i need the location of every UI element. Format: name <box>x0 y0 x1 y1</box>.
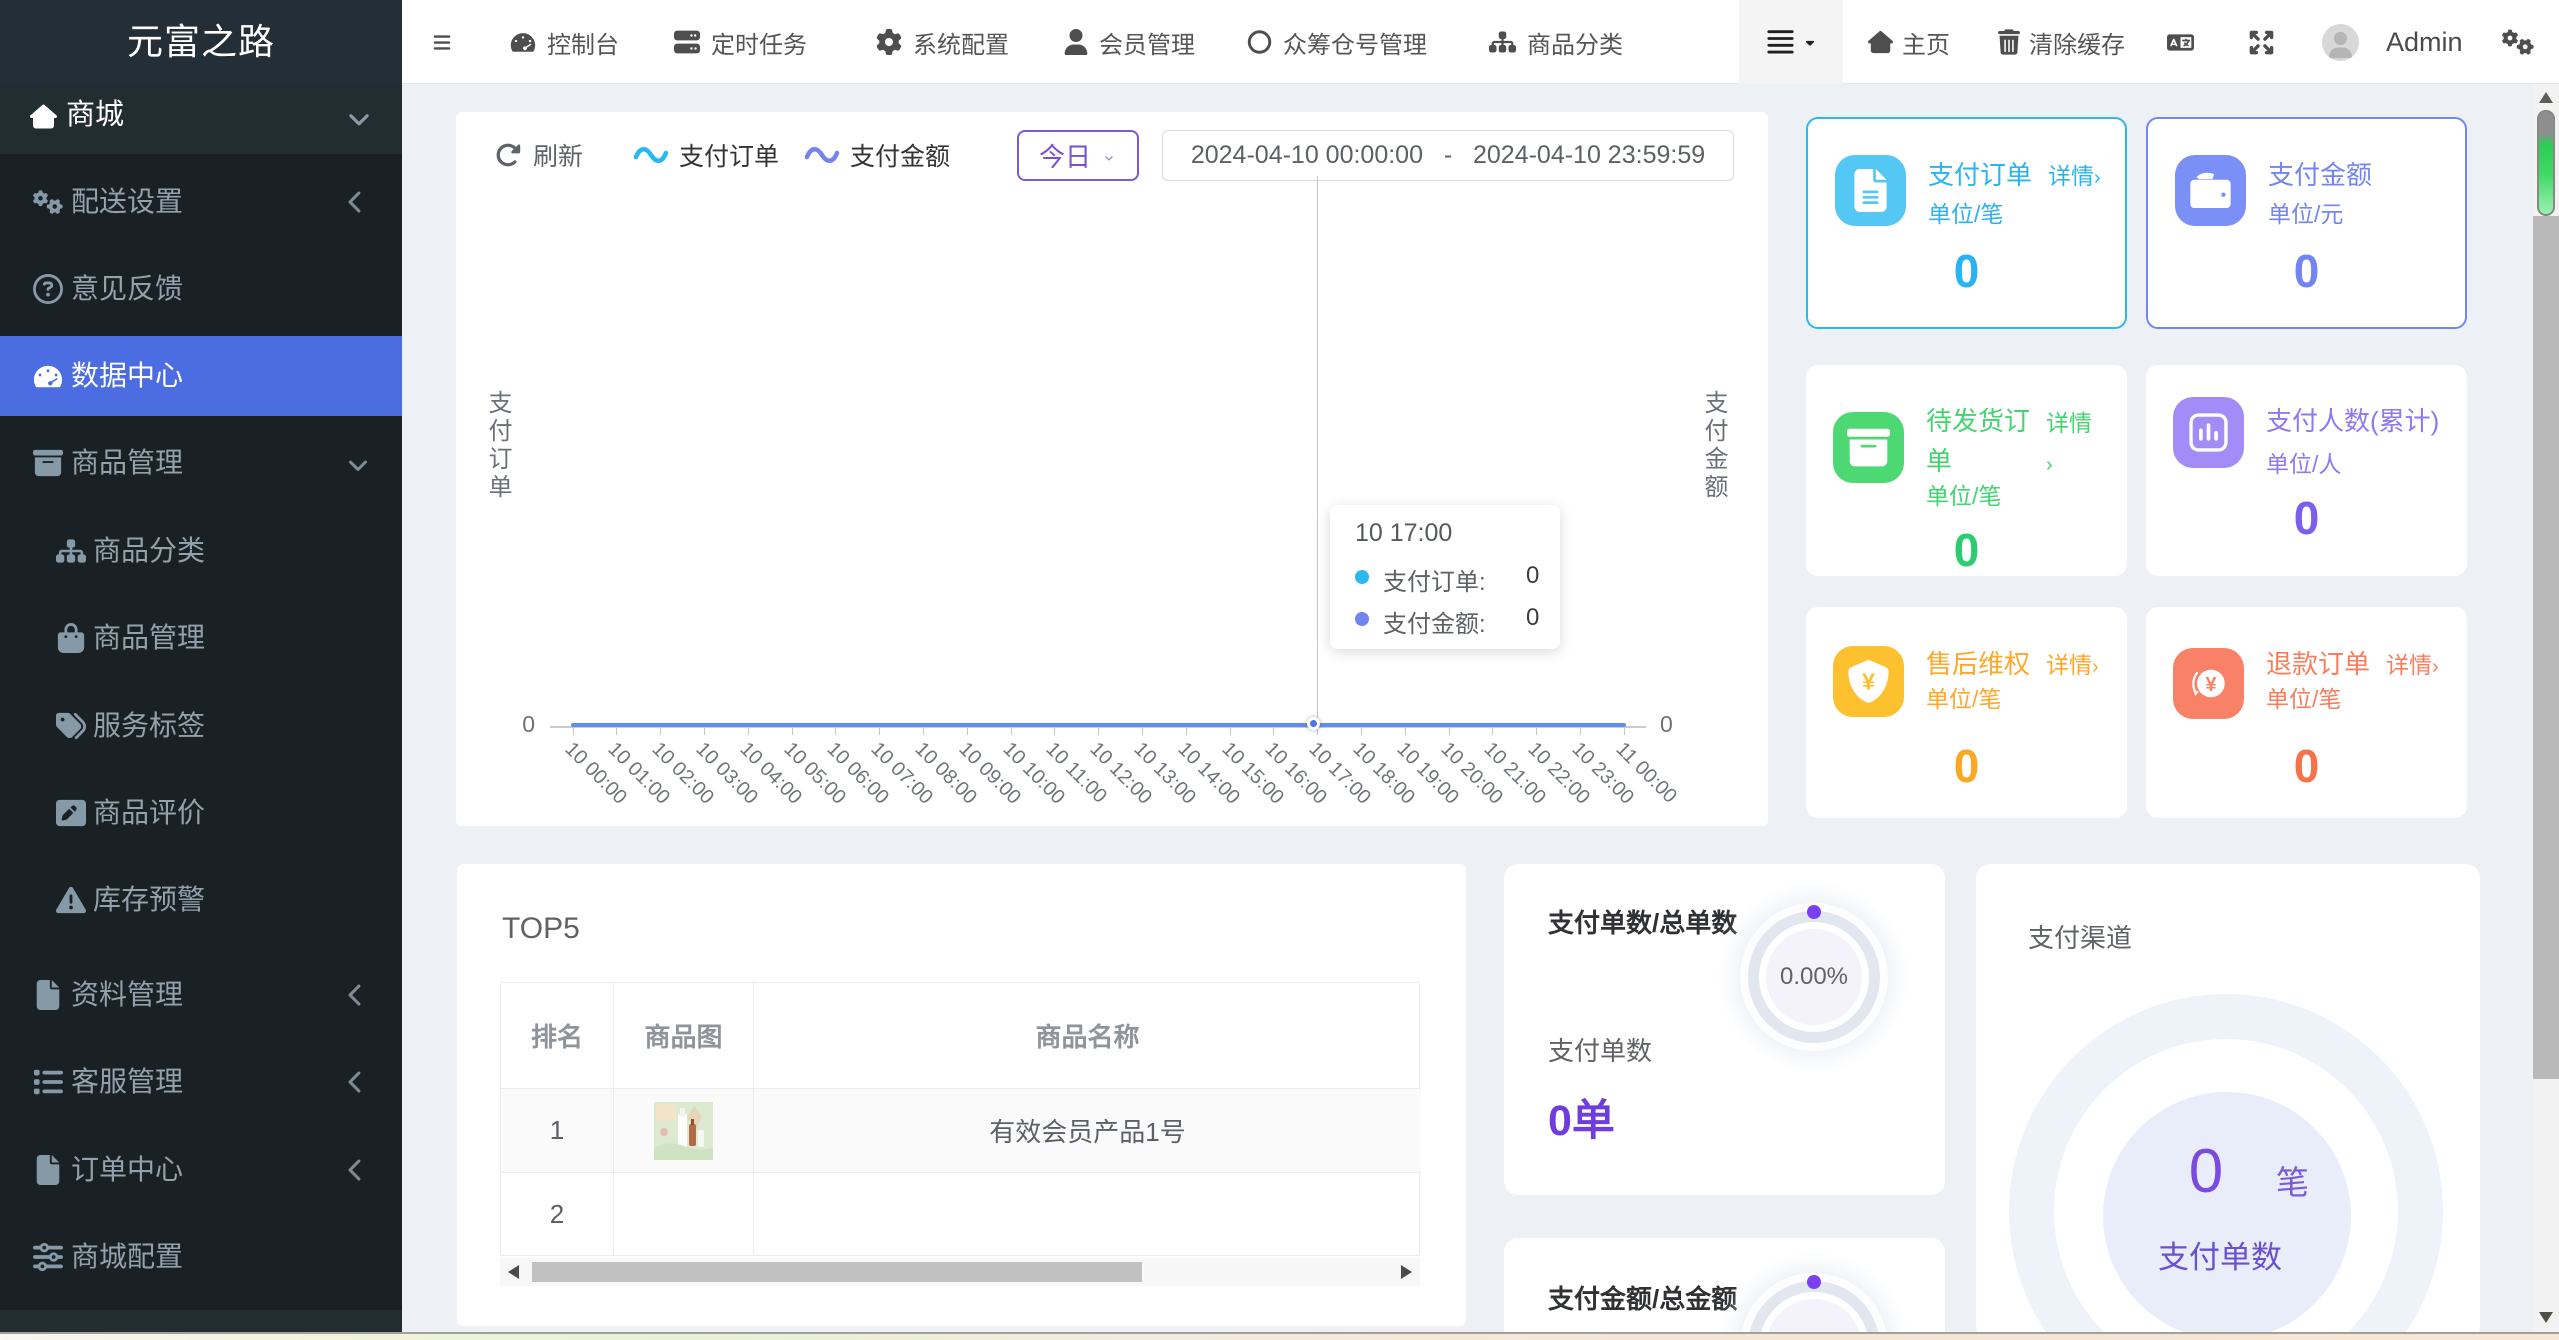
svg-text:¥: ¥ <box>2205 674 2217 696</box>
svg-text:¥: ¥ <box>1862 668 1875 694</box>
